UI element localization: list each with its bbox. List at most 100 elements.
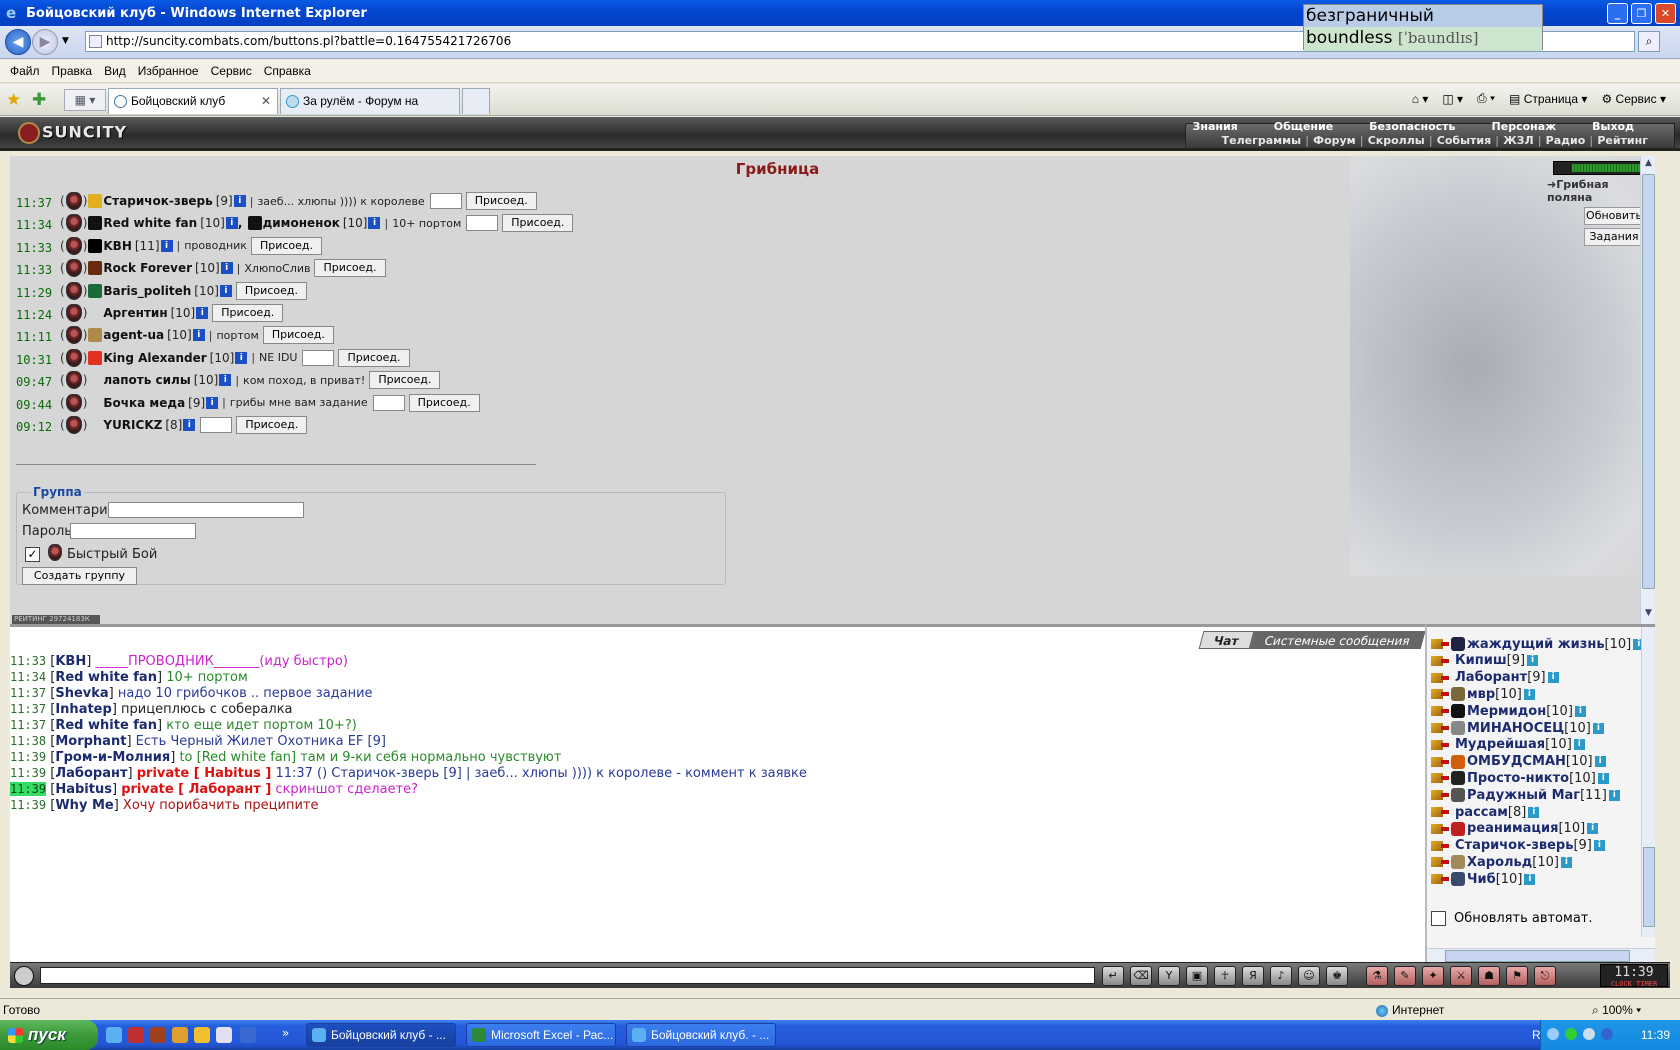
volume-icon[interactable] <box>1583 1028 1595 1040</box>
user-name[interactable]: Радужный Маг <box>1467 788 1580 803</box>
join-button[interactable]: Присоед. <box>212 304 284 322</box>
clan-icon[interactable]: ⚑ <box>1506 966 1528 986</box>
friends-icon[interactable]: ☗ <box>1478 966 1500 986</box>
user-name[interactable]: рассам <box>1455 805 1508 820</box>
clan-emblem-icon[interactable] <box>88 216 103 231</box>
smile-icon[interactable]: ☺ <box>1298 966 1320 986</box>
request-password-input[interactable] <box>466 215 499 232</box>
task-excel[interactable]: Microsoft Excel - Рас... <box>466 1023 616 1047</box>
security-icon[interactable] <box>1565 1028 1577 1040</box>
info-icon[interactable]: i <box>225 217 238 230</box>
menu-character[interactable]: Персонаж <box>1474 120 1575 133</box>
info-icon[interactable]: i <box>1587 823 1599 835</box>
eraser-icon[interactable]: ⌫ <box>1130 966 1152 986</box>
forward-button[interactable]: ▶ <box>32 29 58 55</box>
player-nick[interactable]: лапоть силы <box>103 373 190 387</box>
player-nick[interactable]: Старичок-зверь <box>103 194 212 208</box>
join-button[interactable]: Присоед. <box>369 371 441 390</box>
menu-exit[interactable]: Выход <box>1574 120 1652 133</box>
info-icon[interactable]: i <box>1573 739 1585 751</box>
new-tab-button[interactable] <box>462 88 490 114</box>
private-message-icon[interactable] <box>1431 839 1451 853</box>
chat-time[interactable]: 11:33 <box>10 654 46 668</box>
quicklaunch-more-icon[interactable]: » <box>282 1026 289 1040</box>
clan-emblem-icon[interactable] <box>88 238 103 253</box>
request-password-input[interactable] <box>302 349 335 366</box>
add-favorite-icon[interactable]: ✚ <box>32 90 46 110</box>
print-icon[interactable]: ⎙ ▾ <box>1477 91 1495 106</box>
info-icon[interactable]: i <box>1528 806 1540 818</box>
smiley-head-icon[interactable] <box>14 966 34 986</box>
comment-input[interactable] <box>108 502 304 518</box>
quick-fight-checkbox[interactable]: ✓ <box>25 547 40 562</box>
private-message-icon[interactable] <box>1431 687 1451 701</box>
fight-icon[interactable]: ⚔ <box>1450 966 1472 986</box>
info-icon[interactable]: i <box>1594 756 1606 768</box>
folder-quicklaunch-icon[interactable] <box>172 1027 188 1043</box>
join-button[interactable]: Присоед. <box>408 393 480 412</box>
user-name[interactable]: Харольд <box>1467 855 1532 870</box>
page-menu[interactable]: ▤ Страница ▾ <box>1509 92 1587 106</box>
chat-time[interactable]: 11:34 <box>10 670 46 684</box>
join-button[interactable]: Присоед. <box>314 259 386 278</box>
chat-time[interactable]: 11:37 <box>10 718 46 732</box>
history-dropdown-icon[interactable]: ▼ <box>62 36 69 46</box>
private-message-icon[interactable] <box>1431 654 1451 668</box>
private-message-icon[interactable] <box>1431 671 1451 685</box>
info-icon[interactable]: i <box>1608 789 1620 801</box>
exit-icon[interactable]: ⎋ <box>1534 966 1556 986</box>
tab-combats[interactable]: Бойцовский клуб ✕ <box>108 88 278 114</box>
chat-time[interactable]: 11:39 <box>10 750 46 764</box>
private-message-icon[interactable] <box>1431 805 1451 819</box>
menu-security[interactable]: Безопасность <box>1351 120 1473 133</box>
join-button[interactable]: Присоед. <box>338 348 410 367</box>
close-button[interactable]: ✕ <box>1655 3 1676 24</box>
info-icon[interactable]: i <box>368 217 381 230</box>
info-icon[interactable]: i <box>1592 722 1604 734</box>
request-password-input[interactable] <box>372 394 405 411</box>
info-icon[interactable]: i <box>1523 688 1535 700</box>
clan-emblem-icon[interactable] <box>88 194 103 208</box>
player-nick[interactable]: Rock Forever <box>103 261 192 275</box>
media-quicklaunch-icon[interactable] <box>128 1027 144 1043</box>
zoom-control[interactable]: ⌕ 100% ▾ <box>1592 999 1641 1021</box>
info-icon[interactable]: i <box>1597 772 1609 784</box>
scroll-thumb[interactable] <box>1445 950 1630 962</box>
scroll-icon[interactable]: ✎ <box>1394 966 1416 986</box>
chat-time[interactable]: 11:39 <box>10 798 46 812</box>
private-message-icon[interactable] <box>1431 755 1451 769</box>
private-message-icon[interactable] <box>1431 855 1451 869</box>
info-icon[interactable]: i <box>1547 672 1559 684</box>
menu-favorites[interactable]: Избранное <box>138 64 199 78</box>
task-combats[interactable]: Бойцовский клуб - ... <box>306 1023 456 1047</box>
submenu-zhzl[interactable]: ЖЗЛ <box>1499 134 1537 147</box>
scroll-thumb[interactable] <box>1642 174 1655 589</box>
user-name[interactable]: Старичок-зверь <box>1455 838 1573 853</box>
menu-file[interactable]: Файл <box>10 64 40 78</box>
keyboard-icon[interactable] <box>1601 1028 1613 1040</box>
scroll-down-icon[interactable]: ▼ <box>1642 608 1655 622</box>
info-icon[interactable]: i <box>192 329 205 342</box>
chat-time[interactable]: 11:39 <box>10 766 46 780</box>
tasks-button[interactable]: Задания <box>1584 228 1644 246</box>
start-button[interactable]: пуск <box>0 1020 98 1050</box>
join-button[interactable]: Присоед. <box>465 192 537 210</box>
chat-author[interactable]: Why Me <box>55 798 113 813</box>
user-name[interactable]: Лаборант <box>1455 670 1527 685</box>
tab-kuban[interactable]: За рулём - Форум на Kuban.ru <box>280 88 460 132</box>
chat-author[interactable]: Red white fan <box>55 718 157 733</box>
user-name[interactable]: реанимация <box>1467 821 1558 836</box>
info-icon[interactable]: i <box>1560 856 1572 868</box>
user-name[interactable]: Просто-никто <box>1467 771 1569 786</box>
create-group-button[interactable]: Создать группу <box>22 567 137 585</box>
chat-time[interactable]: 11:37 <box>10 686 46 700</box>
close-tab-icon[interactable]: ✕ <box>261 89 271 113</box>
quick-tabs-button[interactable]: ▦ ▾ <box>64 89 106 111</box>
ie-quicklaunch-icon[interactable] <box>106 1027 122 1043</box>
chat-author[interactable]: Гром-и-Молния <box>55 750 170 765</box>
explorer-quicklaunch-icon[interactable] <box>240 1027 256 1043</box>
submenu-rating[interactable]: Рейтинг <box>1593 134 1652 147</box>
filter-icon[interactable]: Y <box>1158 966 1180 986</box>
clan-emblem-icon[interactable] <box>88 283 103 298</box>
minimize-button[interactable]: _ <box>1607 3 1628 24</box>
